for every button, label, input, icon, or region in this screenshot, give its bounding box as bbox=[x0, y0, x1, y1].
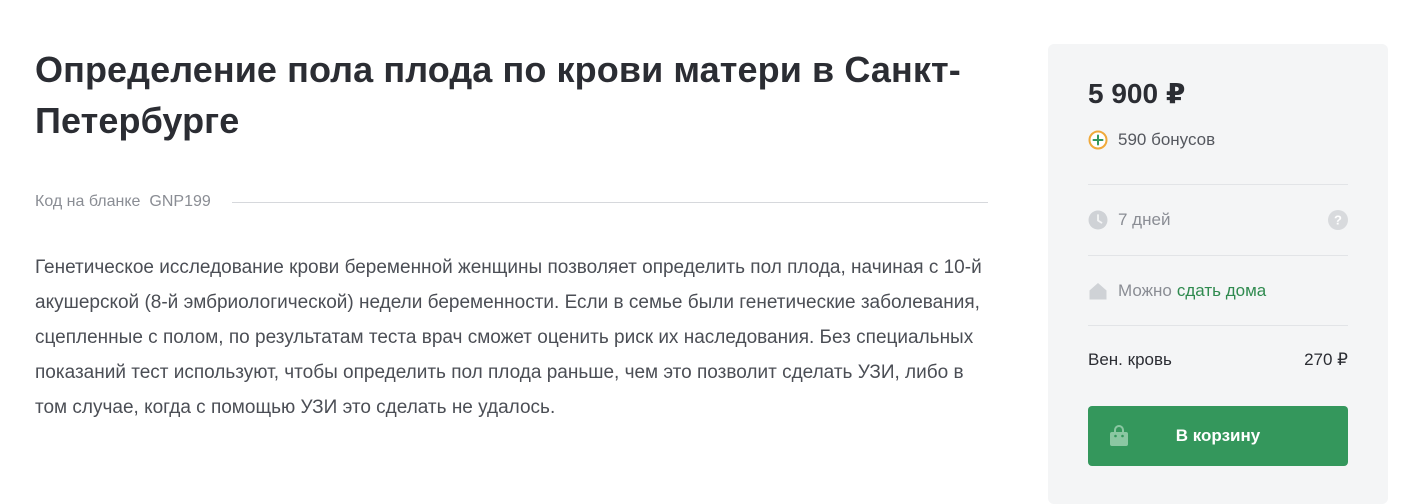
blood-draw-row: Вен. кровь 270 ₽ bbox=[1088, 348, 1348, 372]
blank-code-value: GNP199 bbox=[149, 193, 211, 210]
home-collection-link[interactable]: сдать дома bbox=[1177, 281, 1266, 301]
bag-icon bbox=[1110, 425, 1128, 446]
add-to-cart-button[interactable]: В корзину bbox=[1088, 406, 1348, 466]
price-card: 5 900 ₽ 590 бонусов 7 дней ? Можно сдать… bbox=[1048, 44, 1388, 504]
divider bbox=[231, 201, 988, 203]
blank-code-row: Код на бланке GNP199 bbox=[35, 190, 988, 214]
price: 5 900 ₽ bbox=[1088, 78, 1186, 109]
blank-code-label: Код на бланке bbox=[35, 193, 141, 210]
clock-icon bbox=[1088, 210, 1108, 230]
divider bbox=[1088, 255, 1348, 256]
question-icon[interactable]: ? bbox=[1328, 210, 1348, 230]
bonus-row: 590 бонусов bbox=[1088, 128, 1215, 152]
bonus-text: 590 бонусов bbox=[1118, 130, 1216, 149]
home-collection-prefix: Можно bbox=[1118, 281, 1172, 300]
turnaround-row: 7 дней ? bbox=[1088, 208, 1348, 232]
blood-draw-price: 270 ₽ bbox=[1304, 350, 1348, 369]
blood-draw-label: Вен. кровь bbox=[1088, 350, 1172, 369]
svg-text:?: ? bbox=[1334, 213, 1342, 228]
plus-circle-icon bbox=[1088, 130, 1108, 150]
divider bbox=[1088, 184, 1348, 185]
product-description: Генетическое исследование крови беременн… bbox=[35, 257, 982, 418]
divider bbox=[1088, 325, 1348, 326]
add-to-cart-label: В корзину bbox=[1175, 426, 1261, 445]
home-collection-row: Можно сдать дома bbox=[1088, 279, 1266, 303]
turnaround-text: 7 дней bbox=[1118, 210, 1171, 229]
house-icon bbox=[1089, 283, 1107, 300]
page-title: Определение пола плода по крови матери в… bbox=[35, 49, 961, 141]
